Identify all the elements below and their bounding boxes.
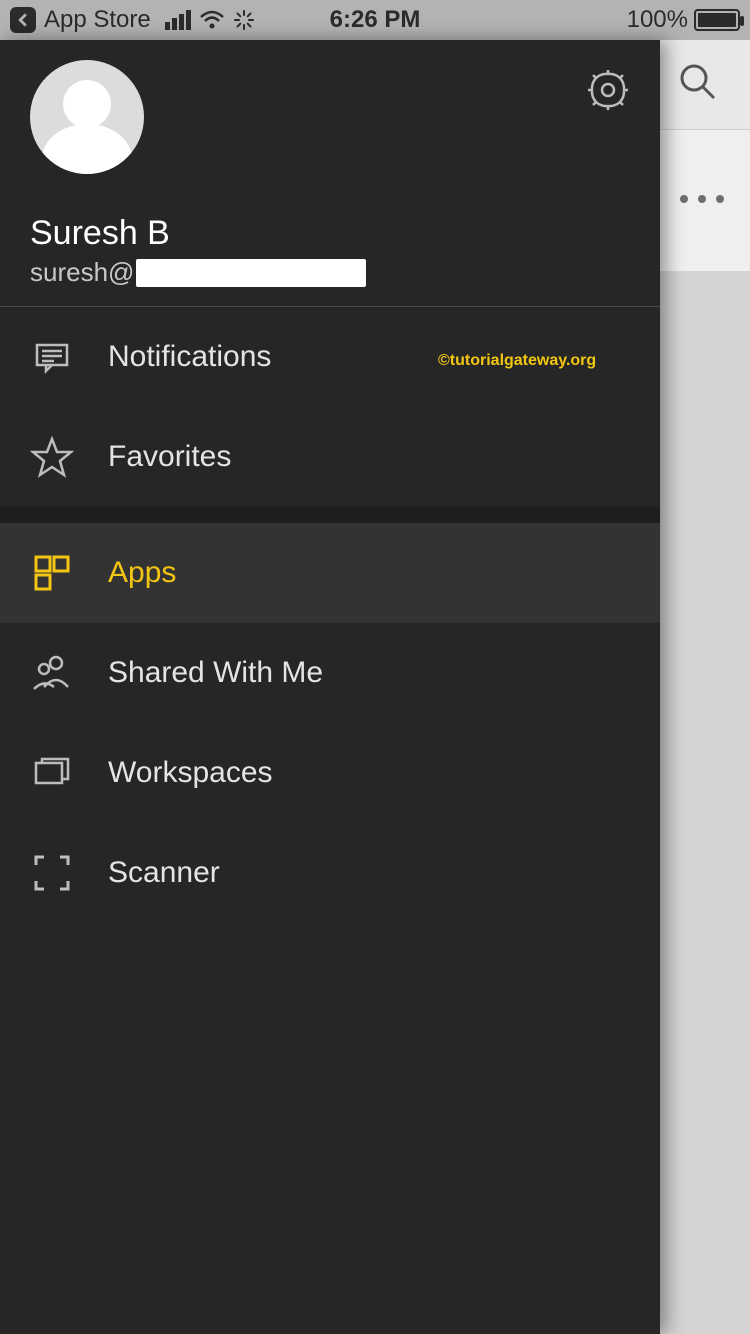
status-bar: App Store 6:26 PM 100% bbox=[0, 0, 750, 40]
menu-label: Apps bbox=[108, 556, 176, 590]
wifi-icon bbox=[199, 10, 225, 30]
more-options-icon[interactable] bbox=[680, 195, 724, 203]
menu-label: Favorites bbox=[108, 440, 231, 474]
menu-label: Shared With Me bbox=[108, 656, 323, 690]
menu-label: Workspaces bbox=[108, 756, 273, 790]
cellular-signal-icon bbox=[165, 10, 191, 30]
search-icon[interactable] bbox=[676, 60, 720, 109]
user-email: suresh@ bbox=[30, 257, 134, 288]
menu-item-apps[interactable]: Apps bbox=[0, 523, 660, 623]
nav-menu: Notifications Favorites bbox=[0, 307, 660, 507]
watermark: ©tutorialgateway.org bbox=[438, 352, 596, 370]
user-email-row: suresh@ bbox=[30, 257, 630, 288]
section-gap bbox=[0, 507, 660, 523]
drawer-header: Suresh B suresh@ bbox=[0, 40, 660, 306]
back-to-appstore-label[interactable]: App Store bbox=[44, 6, 151, 34]
star-icon bbox=[30, 435, 74, 479]
gear-icon bbox=[586, 68, 630, 112]
settings-button[interactable] bbox=[586, 68, 630, 112]
underlying-content bbox=[660, 271, 750, 1334]
user-name: Suresh B bbox=[30, 214, 630, 253]
workspaces-icon bbox=[30, 751, 74, 795]
back-to-appstore-icon[interactable] bbox=[10, 7, 36, 33]
navigation-drawer: Suresh B suresh@ Notifications Favorites bbox=[0, 40, 660, 1334]
status-left: App Store bbox=[10, 6, 255, 34]
redacted-email bbox=[136, 259, 366, 287]
loading-spinner-icon bbox=[233, 9, 255, 31]
scanner-icon bbox=[30, 851, 74, 895]
avatar[interactable] bbox=[30, 60, 144, 174]
menu-label: Notifications bbox=[108, 340, 271, 374]
status-right: 100% bbox=[627, 6, 740, 34]
menu-item-favorites[interactable]: Favorites bbox=[0, 407, 660, 507]
shared-icon bbox=[30, 651, 74, 695]
battery-percentage: 100% bbox=[627, 6, 688, 34]
nav-menu-2: Apps Shared With Me Workspaces bbox=[0, 523, 660, 923]
status-time: 6:26 PM bbox=[330, 6, 421, 34]
menu-item-workspaces[interactable]: Workspaces bbox=[0, 723, 660, 823]
apps-icon bbox=[30, 551, 74, 595]
menu-item-scanner[interactable]: Scanner bbox=[0, 823, 660, 923]
notifications-icon bbox=[30, 335, 74, 379]
battery-icon bbox=[694, 9, 740, 31]
menu-item-shared[interactable]: Shared With Me bbox=[0, 623, 660, 723]
menu-label: Scanner bbox=[108, 856, 220, 890]
